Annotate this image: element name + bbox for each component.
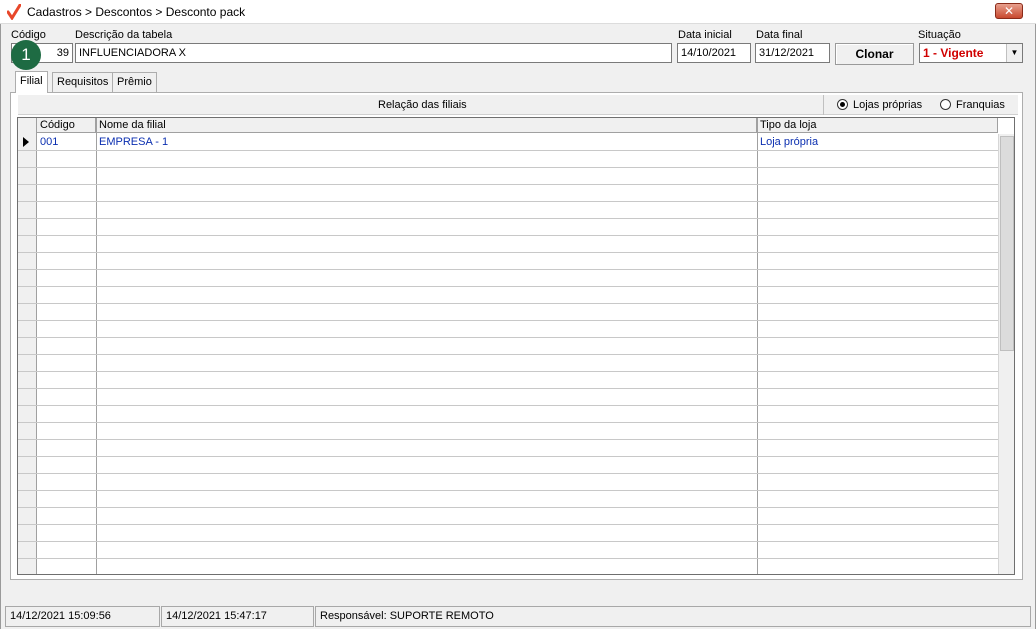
window-title: Cadastros > Descontos > Desconto pack xyxy=(27,5,246,19)
row-separator xyxy=(18,252,998,253)
row-separator xyxy=(18,541,998,542)
title-bar: Cadastros > Descontos > Desconto pack ✕ xyxy=(0,0,1036,24)
row-separator xyxy=(18,269,998,270)
cell-codigo[interactable]: 001 xyxy=(37,134,96,150)
data-inicial-label: Data inicial xyxy=(678,29,732,41)
row-separator xyxy=(18,320,998,321)
chevron-down-icon[interactable]: ▼ xyxy=(1006,44,1022,62)
relacao-title: Relação das filiais xyxy=(378,99,467,111)
filiais-grid[interactable]: Código Nome da filial Tipo da loja 001 E… xyxy=(17,117,1015,575)
col-header-nome[interactable]: Nome da filial xyxy=(96,118,757,133)
descricao-label: Descrição da tabela xyxy=(75,29,173,41)
row-separator xyxy=(18,558,998,559)
checkmark-icon xyxy=(7,4,21,20)
col-header-tipo[interactable]: Tipo da loja xyxy=(757,118,998,133)
row-separator xyxy=(18,490,998,491)
tab-premio[interactable]: Prêmio xyxy=(112,72,157,92)
situacao-value: 1 - Vigente xyxy=(923,46,984,60)
row-separator xyxy=(18,473,998,474)
cell-nome[interactable]: EMPRESA - 1 xyxy=(96,134,757,150)
status-responsavel: Responsável: SUPORTE REMOTO xyxy=(315,606,1031,627)
row-separator xyxy=(18,286,998,287)
row-separator xyxy=(18,456,998,457)
radio-franquias[interactable] xyxy=(940,99,951,110)
situacao-select[interactable]: 1 - Vigente ▼ xyxy=(919,43,1023,63)
row-separator xyxy=(18,218,998,219)
row-separator xyxy=(18,337,998,338)
row-separator xyxy=(18,354,998,355)
clonar-button[interactable]: Clonar xyxy=(835,43,914,65)
row-separator xyxy=(18,235,998,236)
data-final-field[interactable]: 31/12/2021 xyxy=(755,43,830,63)
tab-requisitos[interactable]: Requisitos xyxy=(52,72,114,92)
radio-lojas-proprias-label[interactable]: Lojas próprias xyxy=(853,99,922,111)
row-separator xyxy=(18,524,998,525)
row-separator xyxy=(18,422,998,423)
row-separator xyxy=(18,167,998,168)
status-created: 14/12/2021 15:09:56 xyxy=(5,606,160,627)
row-separator xyxy=(18,184,998,185)
row-separator xyxy=(18,507,998,508)
step-badge: 1 xyxy=(11,40,41,70)
row-separator xyxy=(18,150,998,151)
situacao-label: Situação xyxy=(918,29,961,41)
row-separator xyxy=(18,439,998,440)
radio-franquias-label[interactable]: Franquias xyxy=(956,99,1005,111)
row-separator xyxy=(18,303,998,304)
data-inicial-field[interactable]: 14/10/2021 xyxy=(677,43,751,63)
current-row-arrow-icon xyxy=(23,137,29,147)
col-header-codigo[interactable]: Código xyxy=(37,118,96,133)
status-modified: 14/12/2021 15:47:17 xyxy=(161,606,314,627)
relacao-header: Relação das filiais Lojas próprias Franq… xyxy=(18,95,1018,115)
cell-tipo[interactable]: Loja própria xyxy=(757,134,998,150)
data-final-label: Data final xyxy=(756,29,803,41)
row-separator xyxy=(18,388,998,389)
descricao-field[interactable]: INFLUENCIADORA X xyxy=(75,43,672,63)
row-separator xyxy=(18,405,998,406)
tab-filial[interactable]: Filial xyxy=(15,71,48,93)
separator xyxy=(823,95,824,115)
radio-selected-dot xyxy=(840,102,845,107)
radio-lojas-proprias[interactable] xyxy=(837,99,848,110)
row-separator xyxy=(18,201,998,202)
scrollbar-thumb[interactable] xyxy=(1000,136,1014,351)
row-separator xyxy=(18,371,998,372)
codigo-label: Código xyxy=(11,29,46,41)
close-button[interactable]: ✕ xyxy=(995,3,1023,19)
